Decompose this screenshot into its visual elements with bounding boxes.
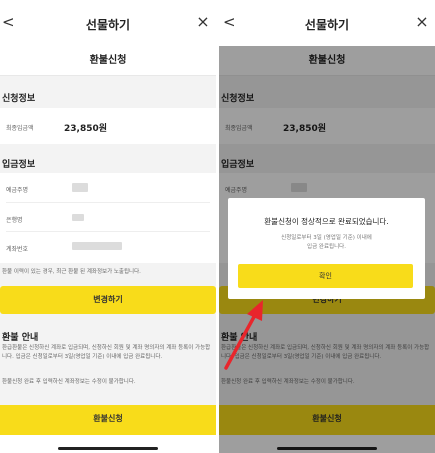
home-indicator	[58, 447, 158, 450]
apply-info-card: 최종입금액 23,850원	[0, 108, 216, 144]
modal-description: 신청일로부터 3일 (영업일 기준) 이내에 입금 완료됩니다.	[228, 234, 425, 252]
divider	[6, 231, 210, 232]
close-icon[interactable]: ×	[413, 13, 431, 31]
account-notice: 환불 이력이 있는 경우, 최근 환불 된 계좌정보가 노출됩니다.	[2, 269, 141, 275]
modal-description-line-1: 신청일로부터 3일 (영업일 기준) 이내에	[281, 235, 372, 241]
confirm-button[interactable]: 확인	[238, 264, 413, 288]
bank-name-label: 은행명	[6, 217, 23, 224]
modal-title: 환불신청이 정상적으로 완료되었습니다.	[264, 217, 389, 226]
deposit-info-card: 예금주명 은행명 계좌번호	[0, 173, 216, 263]
account-holder-label: 예금주명	[6, 187, 29, 194]
close-icon[interactable]: ×	[194, 13, 212, 31]
header: < 선물하기 ×	[219, 0, 435, 46]
change-button[interactable]: 변경하기	[0, 286, 216, 314]
completion-modal: 환불신청이 정상적으로 완료되었습니다. 신청일로부터 3일 (영업일 기준) …	[228, 198, 425, 299]
bottom-bar: 환불신청	[0, 405, 216, 453]
guide-text: 환급환불은 신청하신 계좌로 입금되며, 신청하신 회원 및 계좌 명의자의 계…	[2, 345, 211, 360]
deposit-info-title: 입금정보	[2, 160, 36, 170]
apply-info-title: 신청정보	[2, 94, 36, 104]
subheader: 환불신청	[0, 46, 216, 76]
page-title: 선물하기	[85, 18, 131, 32]
divider	[6, 202, 210, 203]
account-number-masked	[72, 242, 122, 250]
amount-value: 23,850원	[64, 124, 108, 134]
bank-name-masked	[72, 214, 84, 221]
submit-button[interactable]: 환불신청	[0, 405, 216, 435]
guide-text-2: 환불신청 완료 후 입력하신 계좌정보는 수정이 불가합니다.	[2, 379, 136, 385]
refund-screen: < 선물하기 × 환불신청 신청정보 최종입금액 23,850원 입금정보 예금…	[0, 0, 216, 453]
modal-description-line-2: 입금 완료됩니다.	[307, 244, 346, 250]
amount-label: 최종입금액	[6, 125, 34, 132]
refund-screen-modal: < 선물하기 × 환불신청 신청정보 최종입금액 23,850원 입금정보 예금…	[219, 0, 435, 453]
account-holder-masked	[72, 183, 88, 192]
page-title: 선물하기	[304, 18, 350, 32]
account-number-label: 계좌번호	[6, 246, 29, 253]
guide-title: 환불 안내	[2, 333, 39, 343]
header: < 선물하기 ×	[0, 0, 216, 46]
